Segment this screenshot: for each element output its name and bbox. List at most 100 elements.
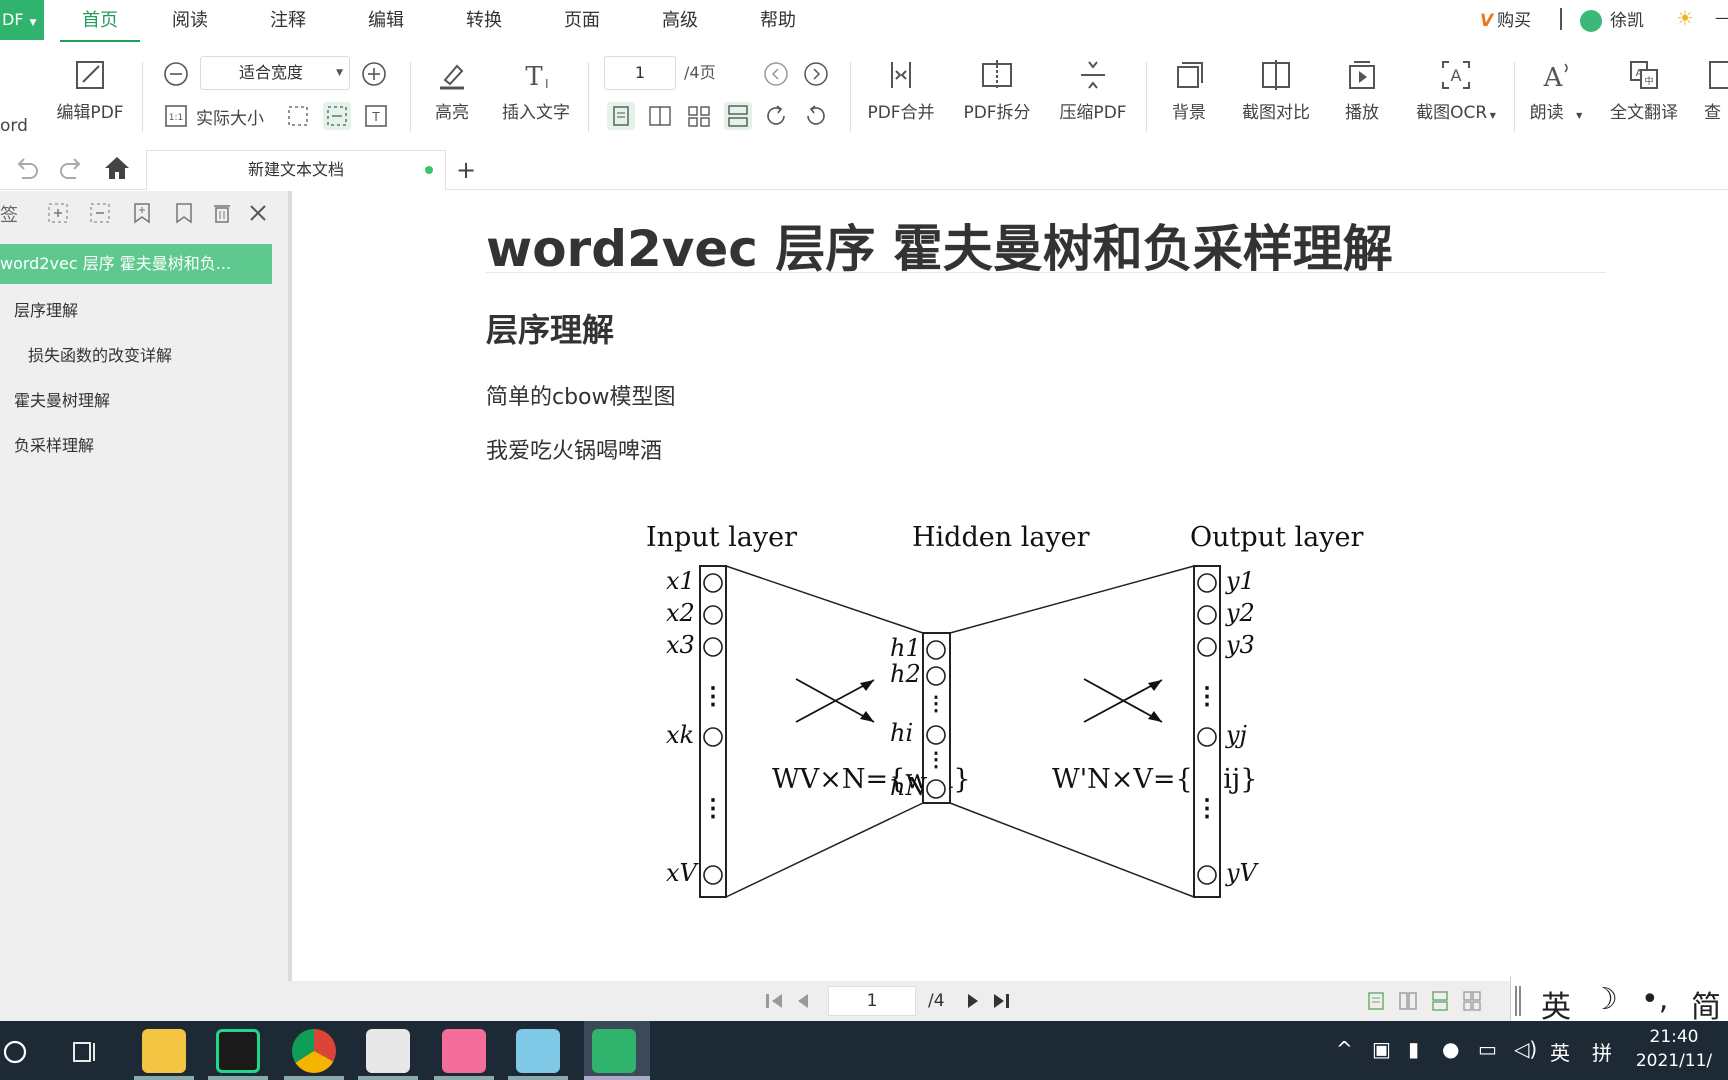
- user-account[interactable]: 徐凯: [1580, 6, 1644, 36]
- tab-document[interactable]: 新建文本文档: [146, 150, 446, 190]
- to-word-button[interactable]: ord: [0, 116, 32, 136]
- menu-convert[interactable]: 转换: [444, 0, 524, 42]
- ribbon-toolbar: ord 编辑PDF 适合宽度 ▼ 1:1 实际大小 T 高亮 TI 插入文字 1 …: [0, 42, 1728, 138]
- clock[interactable]: 21:40 2021/11/: [1620, 1025, 1728, 1073]
- background-button[interactable]: 背景: [1162, 58, 1216, 123]
- ime-language[interactable]: 英: [1541, 982, 1571, 1026]
- menu-annotate[interactable]: 注释: [248, 0, 328, 42]
- highlight-button[interactable]: 高亮: [420, 58, 484, 123]
- bookmark-item-hierarchy[interactable]: 层序理解: [14, 291, 78, 331]
- app-menu-button[interactable]: DF ▼: [0, 0, 44, 40]
- running-indicator: [208, 1076, 268, 1080]
- actual-size-icon[interactable]: 1:1: [162, 102, 190, 130]
- ime-punctuation-icon[interactable]: •,: [1641, 982, 1668, 1017]
- status-page-input[interactable]: 1: [828, 986, 916, 1016]
- ime-mode[interactable]: 简: [1691, 982, 1721, 1026]
- bookmark-item-negative-sampling[interactable]: 负采样理解: [14, 426, 94, 466]
- volume-icon[interactable]: ◁): [1514, 1037, 1537, 1061]
- search-icon[interactable]: [2, 1039, 28, 1065]
- battery-icon[interactable]: ▭: [1478, 1037, 1497, 1061]
- compress-pdf-button[interactable]: 压缩PDF: [1054, 58, 1132, 123]
- menu-help[interactable]: 帮助: [738, 0, 818, 42]
- clock-date: 2021/11/: [1635, 1051, 1713, 1071]
- single-page-view-icon[interactable]: [1366, 991, 1386, 1011]
- zoom-in-icon[interactable]: [360, 60, 388, 88]
- collapse-all-icon[interactable]: [88, 201, 112, 225]
- continuous-scroll-icon[interactable]: [724, 102, 752, 130]
- bookmark-item-title[interactable]: word2vec 层序 霍夫曼树和负...: [0, 244, 272, 284]
- prev-page-icon[interactable]: [762, 60, 790, 88]
- tray-pinyin[interactable]: 拼: [1592, 1037, 1612, 1066]
- tray-language[interactable]: 英: [1550, 1037, 1570, 1066]
- edit-bookmark-icon[interactable]: [172, 201, 196, 225]
- fit-page-icon[interactable]: [284, 102, 312, 130]
- actual-size-button[interactable]: 实际大小: [196, 104, 264, 129]
- menu-home[interactable]: 首页: [60, 0, 140, 42]
- full-translate-button[interactable]: A中 全文翻译: [1602, 58, 1686, 123]
- menu-edit[interactable]: 编辑: [346, 0, 426, 42]
- home-icon[interactable]: [102, 154, 132, 182]
- typora-icon[interactable]: [366, 1029, 410, 1073]
- redo-icon[interactable]: [56, 154, 86, 182]
- bookmark-item-huffman[interactable]: 霍夫曼树理解: [14, 381, 110, 421]
- file-explorer-icon[interactable]: [142, 1029, 186, 1073]
- qq-icon[interactable]: ●: [1442, 1037, 1459, 1061]
- minimize-icon[interactable]: —: [1715, 8, 1728, 28]
- pinned-icon[interactable]: ▣: [1372, 1037, 1391, 1061]
- hidden-output-bottom-line: [949, 802, 1195, 898]
- rotate-right-icon[interactable]: [762, 102, 790, 130]
- grid-view-icon[interactable]: [685, 102, 713, 130]
- search-button[interactable]: 查: [1704, 58, 1728, 123]
- fit-width-icon[interactable]: [323, 102, 351, 130]
- undo-icon[interactable]: [12, 154, 42, 182]
- rotate-left-icon[interactable]: [802, 102, 830, 130]
- task-view-icon[interactable]: [72, 1039, 100, 1065]
- menu-read[interactable]: 阅读: [150, 0, 230, 42]
- edit-pdf-button[interactable]: 编辑PDF: [50, 58, 130, 123]
- close-icon[interactable]: [246, 201, 270, 225]
- first-page-icon[interactable]: [764, 991, 786, 1011]
- clock-time: 21:40: [1649, 1027, 1699, 1047]
- chevron-up-icon[interactable]: ^: [1336, 1037, 1353, 1061]
- expand-all-icon[interactable]: [46, 201, 70, 225]
- delete-icon[interactable]: [210, 201, 234, 225]
- screenshot-ocr-button[interactable]: A 截图OCR ▼: [1408, 58, 1504, 123]
- previous-page-icon[interactable]: [792, 991, 814, 1011]
- chrome-icon[interactable]: [292, 1029, 336, 1073]
- page-input[interactable]: 1: [604, 56, 676, 90]
- menu-page[interactable]: 页面: [542, 0, 622, 42]
- next-page-icon[interactable]: [802, 60, 830, 88]
- paragraph-1: 简单的cbow模型图: [486, 385, 676, 410]
- add-bookmark-icon[interactable]: [130, 201, 154, 225]
- select-text-icon[interactable]: T: [362, 102, 390, 130]
- two-page-icon[interactable]: [646, 102, 674, 130]
- live-wallpaper-icon[interactable]: [516, 1029, 560, 1073]
- pdf-merge-button[interactable]: PDF合并: [862, 58, 940, 123]
- buy-button[interactable]: V 购买: [1480, 6, 1531, 36]
- new-tab-button[interactable]: +: [456, 152, 476, 188]
- zoom-select[interactable]: 适合宽度 ▼: [200, 56, 350, 90]
- play-button[interactable]: 播放: [1336, 58, 1388, 123]
- bilibili-icon[interactable]: [442, 1029, 486, 1073]
- microphone-icon[interactable]: ▮: [1408, 1037, 1419, 1061]
- read-aloud-button[interactable]: A 朗读 ▼: [1524, 58, 1588, 123]
- zoom-out-icon[interactable]: [162, 60, 190, 88]
- next-page-arrow-icon[interactable]: [962, 991, 984, 1011]
- ime-moon-icon[interactable]: ☽: [1591, 982, 1618, 1017]
- ime-drag-handle[interactable]: [1515, 986, 1521, 1016]
- double-page-view-icon[interactable]: [1398, 991, 1418, 1011]
- background-icon: [1177, 62, 1203, 88]
- menu-advanced[interactable]: 高级: [640, 0, 720, 42]
- last-page-icon[interactable]: [990, 991, 1012, 1011]
- single-page-icon[interactable]: [607, 102, 635, 130]
- pdf-reader-icon[interactable]: [592, 1029, 636, 1073]
- insert-text-button[interactable]: TI 插入文字: [496, 58, 576, 123]
- screenshot-compare-button[interactable]: 截图对比: [1234, 58, 1318, 123]
- pdf-split-button[interactable]: PDF拆分: [958, 58, 1036, 123]
- double-continuous-view-icon[interactable]: [1462, 991, 1482, 1011]
- theme-icon[interactable]: ☀: [1676, 7, 1698, 29]
- pycharm-icon[interactable]: [216, 1029, 260, 1073]
- continuous-view-icon[interactable]: [1430, 991, 1450, 1011]
- running-indicator: [434, 1076, 494, 1080]
- bookmark-item-loss-function[interactable]: 损失函数的改变详解: [28, 336, 172, 376]
